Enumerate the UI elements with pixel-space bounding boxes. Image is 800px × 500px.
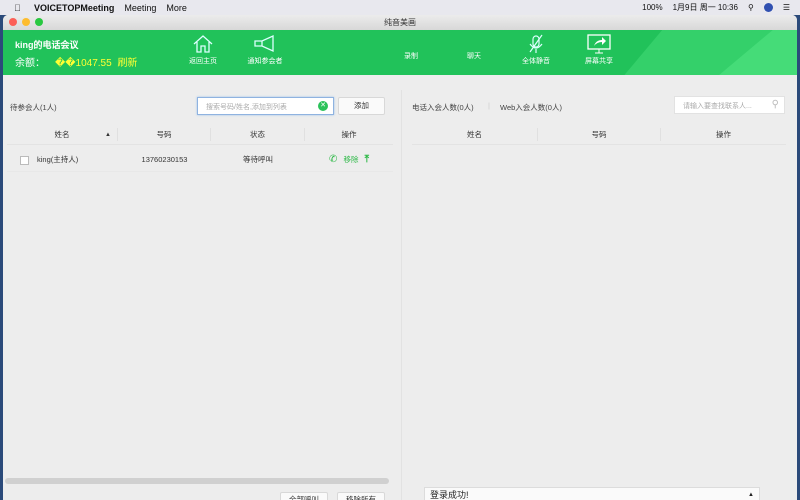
notification-center-icon[interactable]: ☰ <box>783 3 790 12</box>
tab-web-participants[interactable]: Web入会人数(0人) <box>500 102 562 113</box>
remove-all-button[interactable]: 移除所有 <box>337 492 385 500</box>
clock[interactable]: 1月9日 周一 10:36 <box>673 2 738 13</box>
minimize-button[interactable] <box>22 18 30 26</box>
home-icon <box>193 35 213 53</box>
clear-icon[interactable]: ✕ <box>318 101 328 111</box>
close-button[interactable] <box>9 18 17 26</box>
conference-title: king的电话会议 <box>15 40 79 50</box>
contact-search-input[interactable]: 请输入要查找联系人... ⚲ <box>674 96 785 114</box>
col-number[interactable]: 号码 <box>118 128 211 141</box>
horizontal-scrollbar[interactable] <box>5 478 389 484</box>
megaphone-icon <box>254 34 274 53</box>
mic-muted-icon <box>529 34 543 53</box>
menu-bar:  VOICETOPMeeting Meeting More 100% 1月9日… <box>0 0 800 15</box>
spotlight-icon[interactable]: ⚲ <box>748 3 754 12</box>
status-bar: 登录成功! ▲ <box>424 487 760 500</box>
zoom-button[interactable] <box>35 18 43 26</box>
menu-meeting[interactable]: Meeting <box>124 3 156 13</box>
col-number[interactable]: 号码 <box>538 128 661 141</box>
col-name[interactable]: 姓名 <box>412 128 538 141</box>
screen-share-icon <box>587 34 611 54</box>
table-header: 姓名 ▲ 号码 状态 操作 <box>7 125 393 145</box>
chat-button[interactable]: 聊天 <box>449 51 499 61</box>
battery-percent: 100% <box>642 3 663 12</box>
add-button[interactable]: 添加 <box>338 97 385 115</box>
row-checkbox[interactable] <box>20 155 29 165</box>
col-action[interactable]: 操作 <box>661 128 786 141</box>
balance: 余额： ��1047.55 刷新 <box>15 58 138 69</box>
notify-button[interactable]: 通知参会者 <box>240 34 290 66</box>
record-button[interactable]: 录制 <box>386 51 436 61</box>
screen-share-button[interactable]: 屏幕共享 <box>574 34 624 66</box>
apple-icon[interactable]:  <box>14 3 26 13</box>
col-status[interactable]: 状态 <box>211 128 305 141</box>
app-window: 纯音美画 king的电话会议 余额： ��1047.55 刷新 返回主页 通知参会… <box>3 15 797 500</box>
title-bar: 纯音美画 <box>3 15 797 30</box>
search-input[interactable]: 搜索号码/姓名,添加到列表 ✕ <box>197 97 334 115</box>
status-message: 登录成功! <box>430 490 469 500</box>
phone-call-icon[interactable]: ✆ <box>329 154 337 165</box>
move-to-top-icon[interactable]: ⤒ <box>365 154 369 165</box>
siri-icon[interactable] <box>763 3 773 12</box>
table-header: 姓名 号码 操作 <box>412 125 786 145</box>
col-name[interactable]: 姓名 ▲ <box>7 128 118 141</box>
search-icon[interactable]: ⚲ <box>772 99 779 110</box>
home-button[interactable]: 返回主页 <box>178 34 228 66</box>
window-title: 纯音美画 <box>384 18 416 27</box>
expand-up-icon[interactable]: ▲ <box>748 488 754 500</box>
col-action[interactable]: 操作 <box>305 128 393 141</box>
sort-asc-icon: ▲ <box>105 132 111 138</box>
balance-value: ��1047.55 <box>55 58 112 69</box>
pending-label: 待参会人(1人) <box>10 103 57 112</box>
call-all-button[interactable]: 全部呼叫 <box>280 492 328 500</box>
tab-phone-participants[interactable]: 电话入会人数(0人) <box>412 102 474 113</box>
mute-all-button[interactable]: 全体静音 <box>511 34 561 66</box>
pending-participants-panel: 待参会人(1人) 搜索号码/姓名,添加到列表 ✕ 添加 姓名 ▲ 号码 状态 操作… <box>3 90 400 500</box>
menu-app-name[interactable]: VOICETOPMeeting <box>34 3 114 13</box>
joined-participants-panel: 电话入会人数(0人) | Web入会人数(0人) 请输入要查找联系人... ⚲ … <box>401 90 797 500</box>
header-toolbar: king的电话会议 余额： ��1047.55 刷新 返回主页 通知参会者 录制 … <box>3 30 797 75</box>
remove-link[interactable]: 移除 <box>343 155 358 164</box>
table-row: king(主持人) 13760230153 等待呼叫 ✆ 移除 ⤒ <box>7 148 393 172</box>
refresh-link[interactable]: 刷新 <box>117 58 137 69</box>
menu-more[interactable]: More <box>166 3 187 13</box>
